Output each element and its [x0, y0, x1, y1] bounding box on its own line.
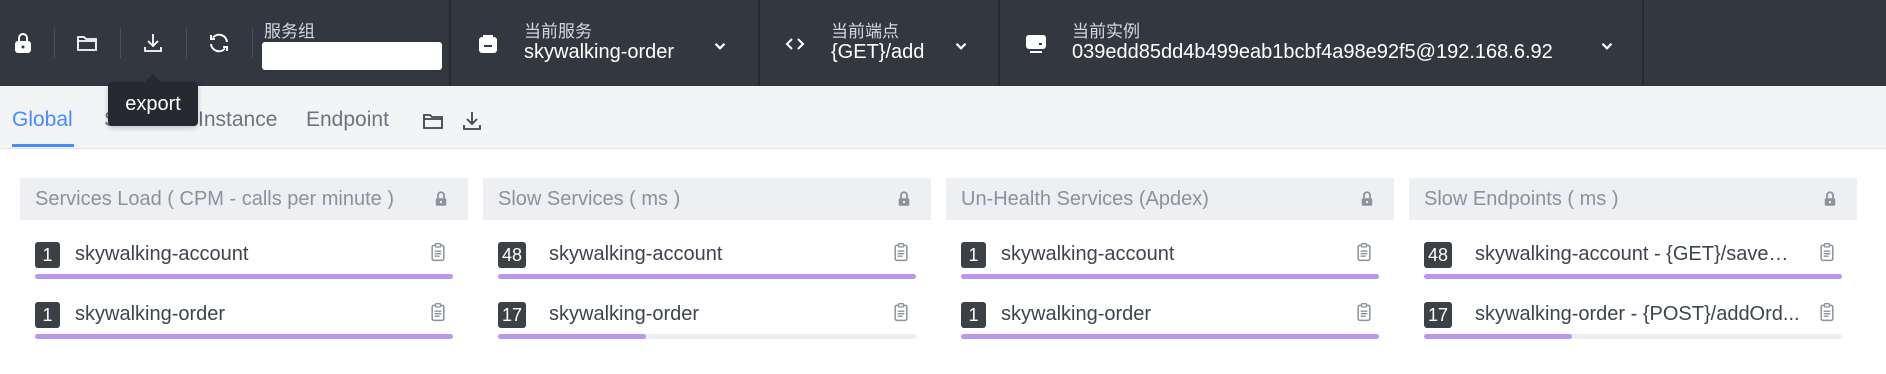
- clipboard-icon[interactable]: [1817, 301, 1837, 323]
- current-service-value: skywalking-order: [524, 41, 675, 63]
- list-item[interactable]: 1 skywalking-order: [35, 296, 453, 346]
- clipboard-icon[interactable]: [891, 301, 911, 323]
- value-badge: 48: [498, 242, 527, 268]
- refresh-icon: [210, 33, 228, 53]
- value-badge: 17: [498, 302, 527, 328]
- lock-icon: [15, 33, 31, 53]
- folder-button[interactable]: [72, 28, 102, 58]
- panel-title: Un-Health Services (Apdex): [961, 188, 1209, 210]
- chevron-down-icon[interactable]: [1598, 37, 1616, 55]
- export-button[interactable]: [138, 28, 168, 58]
- progress-track: [35, 274, 453, 279]
- service-group-label: 服务组: [264, 22, 315, 41]
- item-name: skywalking-order - {POST}/addOrd...: [1475, 303, 1800, 325]
- tooltip-arrow: [145, 74, 161, 82]
- panel-header: Slow Endpoints ( ms ): [1409, 178, 1857, 220]
- dashboard-tabs-bar: Global Service Instance Endpoint: [0, 86, 1886, 149]
- progress-track: [961, 334, 1379, 339]
- panel-title: Services Load ( CPM - calls per minute ): [35, 188, 395, 210]
- progress-fill: [961, 274, 1379, 279]
- code-icon: [785, 38, 805, 50]
- progress-fill: [1424, 274, 1842, 279]
- progress-track: [498, 274, 916, 279]
- item-name: skywalking-account - {GET}/saveOr...: [1475, 243, 1804, 265]
- service-icon: [479, 35, 497, 53]
- server-icon: [1026, 35, 1046, 53]
- progress-track: [1424, 334, 1842, 339]
- list-item[interactable]: 48 skywalking-account - {GET}/saveOr...: [1424, 236, 1842, 286]
- lock-icon[interactable]: [1358, 189, 1376, 209]
- value-badge: 1: [961, 302, 986, 328]
- list-item[interactable]: 17 skywalking-order: [498, 296, 916, 346]
- list-item[interactable]: 48 skywalking-account: [498, 236, 916, 286]
- panel-title: Slow Endpoints ( ms ): [1424, 188, 1619, 210]
- tab-endpoint[interactable]: Endpoint: [306, 108, 389, 132]
- panel-title: Slow Services ( ms ): [498, 188, 681, 210]
- progress-fill: [1424, 334, 1572, 339]
- top-toolbar: 服务组 当前服务 skywalking-order 当前端点 {GET}/add: [0, 0, 1886, 86]
- folder-icon[interactable]: [421, 109, 445, 133]
- clipboard-icon[interactable]: [1817, 241, 1837, 263]
- tab-global[interactable]: Global: [12, 108, 73, 132]
- item-name: skywalking-account: [549, 243, 723, 265]
- refresh-button[interactable]: [204, 28, 234, 58]
- folder-icon: [77, 36, 97, 51]
- lock-icon[interactable]: [432, 189, 450, 209]
- clipboard-icon[interactable]: [891, 241, 911, 263]
- progress-fill: [498, 334, 646, 339]
- panel-header: Un-Health Services (Apdex): [946, 178, 1394, 220]
- current-service-label: 当前服务: [524, 22, 592, 41]
- progress-fill: [498, 274, 916, 279]
- value-badge: 1: [35, 302, 60, 328]
- progress-track: [961, 274, 1379, 279]
- clipboard-icon[interactable]: [1354, 241, 1374, 263]
- value-badge: 48: [1424, 242, 1453, 268]
- progress-track: [498, 334, 916, 339]
- clipboard-icon[interactable]: [1354, 301, 1374, 323]
- lock-button[interactable]: [8, 28, 38, 58]
- value-badge: 17: [1424, 302, 1453, 328]
- progress-fill: [961, 334, 1379, 339]
- list-item[interactable]: 1 skywalking-account: [961, 236, 1379, 286]
- item-name: skywalking-order: [549, 303, 700, 325]
- download-icon[interactable]: [460, 109, 484, 133]
- panel-header: Services Load ( CPM - calls per minute ): [20, 178, 468, 220]
- current-instance-label: 当前实例: [1072, 22, 1140, 41]
- panel-header: Slow Services ( ms ): [483, 178, 931, 220]
- progress-track: [35, 334, 453, 339]
- panel-2: Un-Health Services (Apdex) 1 skywalking-ac…: [946, 178, 1394, 358]
- current-endpoint-label: 当前端点: [831, 22, 899, 41]
- item-name: skywalking-order: [1001, 303, 1152, 325]
- panel-1: Slow Services ( ms ) 48 skywalking-account…: [483, 178, 931, 358]
- lock-icon[interactable]: [1821, 189, 1839, 209]
- item-name: skywalking-order: [75, 303, 226, 325]
- list-item[interactable]: 1 skywalking-order: [961, 296, 1379, 346]
- progress-track: [1424, 274, 1842, 279]
- clipboard-icon[interactable]: [428, 301, 448, 323]
- panel-0: Services Load ( CPM - calls per minute )…: [20, 178, 468, 358]
- item-name: skywalking-account: [75, 243, 249, 265]
- current-endpoint-value: {GET}/add: [831, 41, 925, 63]
- download-icon: [144, 34, 162, 52]
- item-name: skywalking-account: [1001, 243, 1175, 265]
- progress-fill: [35, 334, 453, 339]
- list-item[interactable]: 1 skywalking-account: [35, 236, 453, 286]
- service-group-input[interactable]: [262, 42, 442, 70]
- tab-instance[interactable]: Instance: [198, 108, 277, 132]
- lock-icon[interactable]: [895, 189, 913, 209]
- value-badge: 1: [35, 242, 60, 268]
- list-item[interactable]: 17 skywalking-order - {POST}/addOrd...: [1424, 296, 1842, 346]
- active-tab-indicator: [12, 144, 74, 147]
- progress-fill: [35, 274, 453, 279]
- chevron-down-icon[interactable]: [952, 37, 970, 55]
- clipboard-icon[interactable]: [428, 241, 448, 263]
- current-instance-value: 039edd85dd4b499eab1bcbf4a98e92f5@192.168…: [1072, 41, 1553, 63]
- value-badge: 1: [961, 242, 986, 268]
- chevron-down-icon[interactable]: [711, 37, 729, 55]
- export-tooltip: export: [108, 82, 198, 126]
- panel-3: Slow Endpoints ( ms ) 48 skywalking-accoun…: [1409, 178, 1857, 358]
